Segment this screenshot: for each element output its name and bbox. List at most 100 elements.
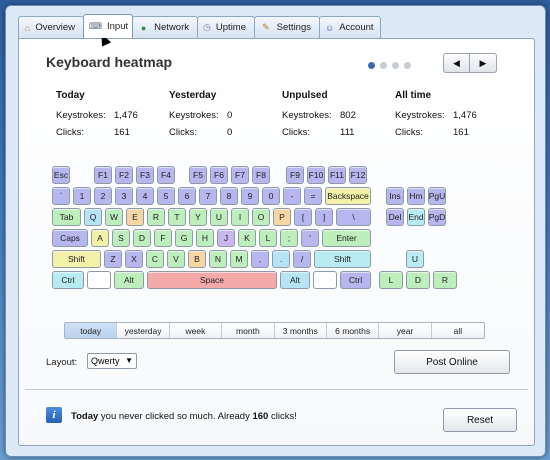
- key-o: O: [252, 208, 270, 226]
- key-q: Q: [84, 208, 102, 226]
- stat-label: Keystrokes:: [169, 110, 219, 121]
- key-w: W: [105, 208, 123, 226]
- key-d: D: [406, 271, 430, 289]
- key-c: C: [146, 250, 164, 268]
- key-space: Space: [147, 271, 277, 289]
- key-blank: [313, 271, 337, 289]
- period-6-months[interactable]: 6 months: [326, 323, 380, 338]
- key-pgd: PgD: [428, 208, 446, 226]
- key-r: R: [433, 271, 457, 289]
- key-2: 2: [94, 187, 112, 205]
- tab-settings[interactable]: ✎ Settings: [254, 16, 320, 38]
- period-week[interactable]: week: [169, 323, 223, 338]
- key-sym70: /: [293, 250, 311, 268]
- period-3-months[interactable]: 3 months: [274, 323, 327, 338]
- key-4: 4: [136, 187, 154, 205]
- status-message-count: 160: [252, 411, 269, 422]
- app-window: ⌂ Overview ⌨ Input ● Network ◷ Uptime ✎ Settings ☺…: [5, 5, 546, 457]
- layout-select[interactable]: Qwerty ▼: [87, 353, 137, 369]
- page-dot[interactable]: [392, 62, 399, 69]
- key-tab: Tab: [52, 208, 81, 226]
- period-year[interactable]: year: [379, 323, 432, 338]
- key-y: Y: [189, 208, 207, 226]
- key-l: L: [379, 271, 403, 289]
- stat-label: Keystrokes:: [282, 110, 332, 121]
- key-u: U: [210, 208, 228, 226]
- key-6: 6: [178, 187, 196, 205]
- stat-value: 1,476: [114, 110, 138, 121]
- stat-unpulsed: Unpulsed Keystrokes: 802 Clicks: 111: [282, 90, 356, 141]
- stat-value: 1,476: [453, 110, 477, 121]
- page-dot[interactable]: [404, 62, 411, 69]
- tab-label: Settings: [276, 22, 311, 33]
- key-sym24: -: [283, 187, 301, 205]
- key-f12: F12: [349, 166, 367, 184]
- status-message-text: you never clicked so much. Already: [98, 411, 253, 422]
- next-icon: ▶: [479, 57, 487, 68]
- key-sym25: =: [304, 187, 322, 205]
- key-f9: F9: [286, 166, 304, 184]
- tab-network[interactable]: ● Network: [132, 16, 198, 38]
- key-b: B: [188, 250, 206, 268]
- key-f5: F5: [189, 166, 207, 184]
- stat-label: Keystrokes:: [395, 110, 445, 121]
- key-f6: F6: [210, 166, 228, 184]
- key-f7: F7: [231, 166, 249, 184]
- prev-page-button[interactable]: ◀: [443, 53, 470, 73]
- post-online-button[interactable]: Post Online: [394, 350, 510, 374]
- period-month[interactable]: month: [222, 323, 275, 338]
- key-sym68: ,: [251, 250, 269, 268]
- stat-all-time: All time Keystrokes: 1,476 Clicks: 161: [395, 90, 477, 141]
- period-all[interactable]: all: [431, 323, 485, 338]
- key-p: P: [273, 208, 291, 226]
- tab-overview[interactable]: ⌂ Overview: [18, 16, 84, 38]
- key-ctrl: Ctrl: [340, 271, 371, 289]
- wrench-icon: ✎: [262, 22, 270, 32]
- key-5: 5: [157, 187, 175, 205]
- reset-button[interactable]: Reset: [443, 408, 517, 432]
- stat-value: 111: [340, 127, 355, 138]
- key-sym41: [: [294, 208, 312, 226]
- key-n: N: [209, 250, 227, 268]
- key-z: Z: [104, 250, 122, 268]
- stat-clicks-row: Clicks: 161: [56, 124, 138, 141]
- key-m: M: [230, 250, 248, 268]
- clock-icon: ◷: [203, 22, 211, 32]
- globe-icon: ●: [140, 22, 147, 33]
- stat-label: Clicks:: [169, 127, 197, 138]
- status-message-suffix: clicks!: [268, 411, 297, 422]
- key-backspace: Backspace: [325, 187, 371, 205]
- key-blank: [87, 271, 111, 289]
- period-yesterday[interactable]: yesterday: [117, 323, 170, 338]
- stat-label: Clicks:: [56, 127, 84, 138]
- stat-keystrokes-row: Keystrokes: 1,476: [395, 107, 477, 124]
- page-dot[interactable]: [380, 62, 387, 69]
- stat-label: Clicks:: [395, 127, 423, 138]
- key-enter: Enter: [322, 229, 371, 247]
- key-ctrl: Ctrl: [52, 271, 84, 289]
- key-alt: Alt: [280, 271, 310, 289]
- tab-label: Overview: [35, 22, 75, 33]
- key-9: 9: [241, 187, 259, 205]
- next-page-button[interactable]: ▶: [470, 53, 497, 73]
- keyboard-icon: ⌨: [89, 21, 102, 31]
- key-v: V: [167, 250, 185, 268]
- key-i: I: [231, 208, 249, 226]
- key-f3: F3: [136, 166, 154, 184]
- stat-keystrokes-row: Keystrokes: 1,476: [56, 107, 138, 124]
- key-d: D: [133, 229, 151, 247]
- key-sym69: .: [272, 250, 290, 268]
- page-title: Keyboard heatmap: [46, 54, 173, 70]
- tab-label: Uptime: [215, 22, 246, 33]
- key-u: U: [406, 250, 424, 268]
- key-sym13: `: [52, 187, 70, 205]
- tab-input[interactable]: ⌨ Input: [83, 14, 133, 38]
- page-indicator: [368, 62, 411, 69]
- tab-uptime[interactable]: ◷ Uptime: [197, 16, 255, 38]
- page-dot[interactable]: [368, 62, 375, 69]
- tab-account[interactable]: ☺ Account: [319, 16, 381, 38]
- prev-icon: ◀: [453, 57, 460, 68]
- key-j: J: [217, 229, 235, 247]
- stat-today: Today Keystrokes: 1,476 Clicks: 161: [56, 90, 138, 141]
- period-today[interactable]: today: [65, 323, 118, 338]
